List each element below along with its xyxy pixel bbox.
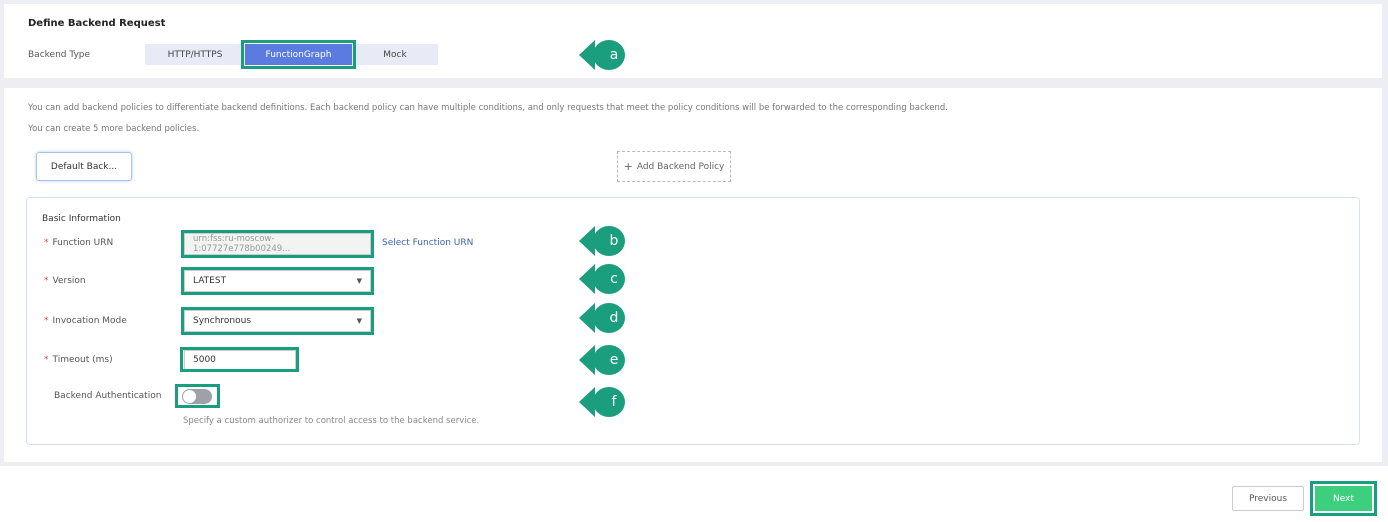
highlight-c — [181, 267, 374, 295]
callout-c: c — [579, 264, 625, 294]
version-label: * Version — [44, 276, 86, 286]
invocation-mode-label: * Invocation Mode — [44, 316, 127, 326]
info-text: You can add backend policies to differen… — [28, 103, 948, 113]
option-http[interactable]: HTTP/HTTPS — [145, 44, 245, 65]
basic-info-title: Basic Information — [42, 214, 121, 224]
default-backend-tab[interactable]: Default Back... — [36, 152, 132, 181]
callout-d: d — [579, 303, 625, 333]
policy-count-text: You can create 5 more backend policies. — [28, 124, 200, 134]
add-policy-label: Add Backend Policy — [636, 161, 725, 172]
highlight-a — [241, 40, 356, 69]
highlight-b — [181, 230, 374, 258]
footer — [0, 466, 1388, 522]
plus-icon: + — [623, 160, 633, 173]
add-backend-policy-button[interactable]: + Add Backend Policy — [617, 151, 731, 182]
callout-e: e — [579, 345, 625, 375]
backend-type-panel — [4, 4, 1382, 78]
section-title: Define Backend Request — [28, 18, 166, 29]
highlight-next — [1310, 481, 1377, 516]
timeout-label: * Timeout (ms) — [44, 355, 113, 365]
backend-type-label: Backend Type — [28, 50, 91, 60]
option-mock[interactable]: Mock — [352, 44, 438, 65]
highlight-d — [181, 307, 374, 335]
backend-auth-hint: Specify a custom authorizer to control a… — [183, 416, 480, 426]
backend-auth-label: Backend Authentication — [54, 391, 162, 401]
select-function-urn-link[interactable]: Select Function URN — [382, 238, 473, 248]
highlight-f — [175, 384, 220, 408]
previous-button[interactable]: Previous — [1232, 486, 1304, 511]
callout-b: b — [579, 226, 625, 256]
highlight-e — [180, 347, 299, 372]
callout-f: f — [579, 387, 625, 417]
callout-a: a — [579, 40, 625, 70]
function-urn-label: * Function URN — [44, 238, 114, 248]
